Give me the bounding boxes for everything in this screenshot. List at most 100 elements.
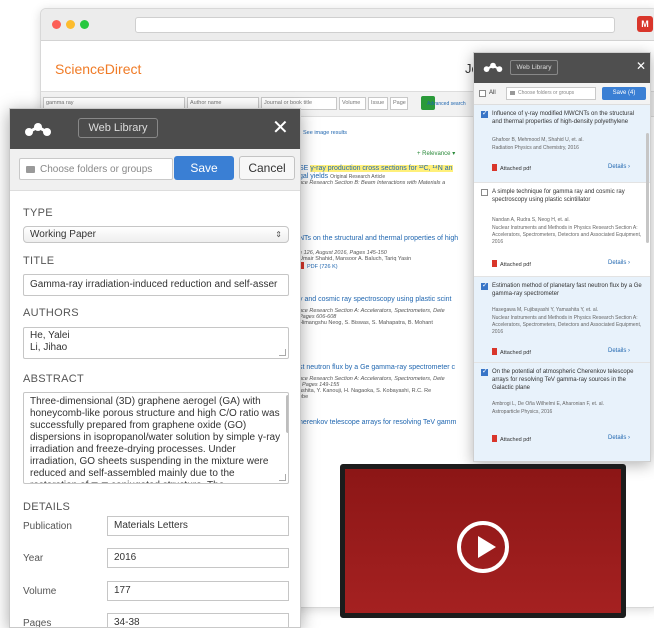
abstract-field[interactable]: Three-dimensional (3D) graphene aerogel …	[23, 392, 289, 484]
resize-handle[interactable]	[279, 474, 286, 481]
citation-authors: Hasegawa M, Fujibayashi Y, Yamashita Y, …	[492, 307, 599, 313]
year-field[interactable]: 2016	[107, 548, 289, 568]
citation-item[interactable]: Estimation method of planetary fast neut…	[474, 277, 650, 363]
citation-authors: Ghafoor B, Mehmood M, Shahid U, et. al.	[492, 137, 584, 143]
title-field[interactable]: Gamma-ray irradiation-induced reduction …	[23, 274, 289, 296]
citation-item[interactable]: On the potential of atmospheric Cherenko…	[474, 363, 650, 461]
save-selected-button[interactable]: Save (4)	[602, 87, 646, 100]
play-icon[interactable]	[457, 521, 509, 573]
details-link[interactable]: Details ›	[608, 348, 630, 354]
citation-title: On the potential of atmospheric Cherenko…	[492, 369, 634, 391]
address-bar[interactable]	[135, 17, 615, 33]
maximize-window-icon[interactable]	[80, 20, 89, 29]
issue-input[interactable]: Issue	[368, 97, 388, 110]
attached-pdf-label: Attached pdf	[500, 350, 531, 356]
citation-checkbox[interactable]	[481, 367, 488, 376]
attached-pdf-label: Attached pdf	[500, 437, 531, 443]
volume-label: Volume	[23, 586, 57, 597]
save-button[interactable]: Save	[174, 156, 234, 180]
select-arrows-icon: ⇕	[275, 230, 282, 239]
result-title[interactable]: gal yields	[299, 173, 328, 180]
folder-selector[interactable]: Choose folders or groups	[19, 158, 173, 180]
pdf-icon	[492, 435, 497, 442]
result-title: γ-ray production cross sections for ¹²C,…	[310, 165, 453, 172]
type-value: Working Paper	[30, 229, 96, 240]
citation-title: Influence of γ-ray modified MWCNTs on th…	[492, 111, 635, 125]
citation-source: Astroparticle Physics, 2016	[492, 409, 553, 415]
relevance-sort[interactable]: + Relevance ▾	[417, 150, 455, 157]
result-item: st neutron flux by a Ge gamma-ray spectr…	[299, 364, 455, 400]
folder-icon	[26, 166, 35, 173]
panel-scrollbar[interactable]	[646, 133, 649, 243]
attached-pdf-label: Attached pdf	[500, 166, 531, 172]
details-link[interactable]: Details ›	[608, 164, 630, 170]
result-authors: Himangshu Neog, S. Biswas, S. Mahapatra,…	[299, 320, 433, 326]
cancel-button[interactable]: Cancel	[239, 156, 295, 180]
close-window-icon[interactable]	[52, 20, 61, 29]
panel-header: Web Library ✕	[474, 53, 650, 83]
pdf-icon	[492, 164, 497, 171]
citation-title: Estimation method of planetary fast neut…	[492, 283, 642, 297]
title-label: TITLE	[23, 255, 55, 267]
result-item: y and cosmic ray spectroscopy using plas…	[299, 296, 452, 326]
citation-title: A simple technique for gamma ray and cos…	[492, 189, 625, 203]
publication-label: Publication	[23, 521, 72, 532]
panel-toolbar: All Choose folders or groups Save (4)	[474, 83, 650, 105]
sciencedirect-logo[interactable]: ScienceDirect	[55, 61, 141, 77]
close-icon[interactable]: ✕	[272, 117, 289, 139]
authors-field[interactable]: He, Yalei Li, Jihao	[23, 327, 289, 359]
citation-checkbox[interactable]	[481, 281, 488, 290]
mendeley-logo-icon	[25, 123, 51, 136]
pdf-link[interactable]: PDF (726 K)	[307, 264, 338, 270]
folder-selector-placeholder: Choose folders or groups	[518, 90, 575, 96]
details-label: DETAILS	[23, 501, 71, 513]
resize-handle[interactable]	[279, 349, 286, 356]
attached-pdf: Attached pdf	[492, 164, 531, 172]
volume-input[interactable]: Volume	[339, 97, 366, 110]
mendeley-logo-icon	[483, 62, 503, 72]
advanced-search-link[interactable]: Advanced search	[427, 101, 466, 107]
citation-checkbox[interactable]	[481, 109, 488, 118]
web-library-button[interactable]: Web Library	[510, 60, 558, 75]
page-input[interactable]: Page	[390, 97, 408, 110]
importer-toolbar: Choose folders or groups Save Cancel	[10, 149, 300, 191]
type-label: TYPE	[23, 207, 53, 219]
video-player[interactable]	[340, 464, 626, 618]
details-link[interactable]: Details ›	[608, 260, 630, 266]
attached-pdf: Attached pdf	[492, 348, 531, 356]
result-title-link[interactable]: SE γ-ray production cross sections for ¹…	[299, 165, 453, 172]
details-link[interactable]: Details ›	[608, 435, 630, 441]
result-item: NTs on the structural and thermal proper…	[299, 235, 458, 270]
close-icon[interactable]: ✕	[636, 59, 646, 73]
minimize-window-icon[interactable]	[66, 20, 75, 29]
pdf-icon	[492, 348, 497, 355]
citation-checkbox[interactable]	[481, 189, 488, 196]
result-source: nce Research Section B: Beam Interaction…	[299, 180, 446, 186]
folder-selector-placeholder: Choose folders or groups	[40, 164, 153, 175]
pages-field[interactable]: 34-38	[107, 613, 289, 627]
abstract-scrollbar[interactable]	[286, 395, 288, 433]
result-title[interactable]: herenkov telescope arrays for resolving …	[299, 419, 456, 426]
result-authors: ebe	[299, 394, 309, 400]
result-title[interactable]: NTs on the structural and thermal proper…	[299, 235, 458, 242]
year-label: Year	[23, 553, 44, 564]
citation-source: Nuclear Instruments and Methods in Physi…	[492, 225, 642, 245]
image-results-link[interactable]: See image results	[303, 130, 347, 136]
web-library-button[interactable]: Web Library	[78, 118, 158, 138]
type-select[interactable]: Working Paper ⇕	[23, 226, 289, 243]
publication-field[interactable]: Materials Letters	[107, 516, 289, 536]
select-all-checkbox[interactable]	[479, 90, 486, 97]
author-entry: Li, Jihao	[30, 342, 68, 353]
citation-item[interactable]: A simple technique for gamma ray and cos…	[474, 183, 650, 277]
citation-item[interactable]: Influence of γ-ray modified MWCNTs on th…	[474, 105, 650, 183]
result-title[interactable]: st neutron flux by a Ge gamma-ray spectr…	[299, 364, 455, 371]
pages-label: Pages	[23, 618, 52, 628]
author-entry: He, Yalei	[30, 330, 70, 341]
volume-field[interactable]: 177	[107, 581, 289, 601]
pdf-icon	[492, 260, 497, 267]
abstract-label: ABSTRACT	[23, 373, 85, 385]
mendeley-extension-icon[interactable]: M	[637, 16, 653, 32]
folder-selector[interactable]: Choose folders or groups	[506, 87, 596, 100]
result-title[interactable]: y and cosmic ray spectroscopy using plas…	[299, 296, 452, 303]
select-all-label: All	[489, 90, 496, 96]
